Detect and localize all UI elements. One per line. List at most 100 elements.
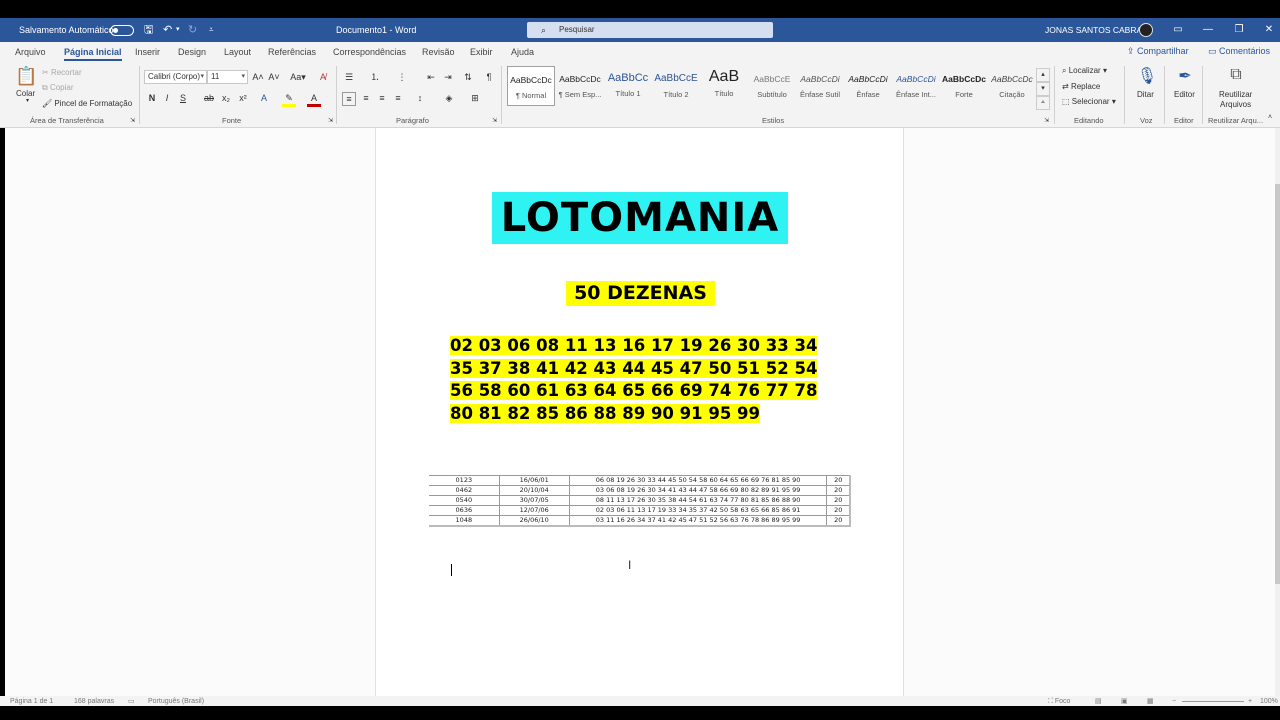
redo-icon[interactable]: ↻	[188, 18, 197, 42]
cut-button[interactable]: ✂ Recortar	[42, 68, 82, 77]
multilevel-list-icon[interactable]: ⋮	[395, 71, 409, 83]
restore-icon[interactable]: ❐	[1224, 18, 1254, 42]
text-effects-icon[interactable]: A	[257, 92, 271, 104]
word-count[interactable]: 168 palavras	[74, 698, 114, 706]
format-painter-button[interactable]: 🖌 Pincel de Formatação	[42, 99, 132, 108]
clipboard-launcher-icon[interactable]: ⇲	[130, 117, 135, 124]
font-size-select[interactable]: 11	[207, 70, 248, 84]
tab-design[interactable]: Design	[178, 46, 206, 58]
tab-pagina-inicial[interactable]: Página Inicial	[64, 46, 122, 61]
find-button[interactable]: ⌕ Localizar ▾	[1062, 66, 1107, 76]
editor-icon[interactable]: ✒	[1170, 66, 1200, 86]
search-input[interactable]: ⌕ Pesquisar	[527, 22, 773, 38]
scrollbar-thumb[interactable]	[1275, 184, 1280, 584]
strikethrough-icon[interactable]: ab	[202, 92, 216, 104]
dictate-label[interactable]: Ditar	[1137, 90, 1154, 99]
reuse-files-icon[interactable]: ⧉	[1221, 66, 1251, 84]
tab-layout[interactable]: Layout	[224, 46, 251, 58]
shading-icon[interactable]: ◈	[442, 92, 456, 104]
bold-icon[interactable]: N	[145, 92, 159, 104]
vertical-scrollbar[interactable]	[1275, 128, 1280, 696]
reuse-line2[interactable]: Arquivos	[1220, 100, 1251, 109]
replace-button[interactable]: ⇄ Replace	[1062, 82, 1100, 91]
select-button[interactable]: ⬚ Selecionar ▾	[1062, 97, 1116, 106]
collapse-ribbon-icon[interactable]: ˄	[1268, 114, 1272, 121]
tab-exibir[interactable]: Exibir	[470, 46, 493, 58]
page-count[interactable]: Página 1 de 1	[10, 698, 53, 706]
align-right-icon[interactable]: ≡	[375, 92, 389, 104]
line-spacing-icon[interactable]: ↕	[413, 92, 427, 104]
decrease-indent-icon[interactable]: ⇤	[424, 71, 438, 83]
style-subtitle[interactable]: AaBbCcE Subtítulo	[748, 66, 796, 106]
close-icon[interactable]: ✕	[1254, 18, 1280, 42]
zoom-in-icon[interactable]: +	[1248, 698, 1252, 706]
zoom-level[interactable]: 100%	[1260, 698, 1278, 706]
subscript-icon[interactable]: x₂	[219, 92, 233, 104]
align-center-icon[interactable]: ≡	[359, 92, 373, 104]
tab-revisao[interactable]: Revisão	[422, 46, 455, 58]
underline-icon[interactable]: S	[176, 92, 190, 104]
paste-dropdown-icon[interactable]: ▾	[26, 97, 29, 104]
style-quote[interactable]: AaBbCcDc Citação	[988, 66, 1036, 106]
superscript-icon[interactable]: x²	[236, 92, 250, 104]
tab-referencias[interactable]: Referências	[268, 46, 316, 58]
tab-correspondencias[interactable]: Correspondências	[333, 46, 406, 58]
focus-button[interactable]: ⛶ Foco	[1048, 698, 1070, 706]
document-page[interactable]: LOTOMANIA 50 DEZENAS 02 03 06 08 11 13 1…	[375, 128, 904, 696]
increase-indent-icon[interactable]: ⇥	[441, 71, 455, 83]
undo-dropdown-icon[interactable]: ▾	[176, 18, 180, 42]
comments-button[interactable]: ▭ Comentários	[1208, 46, 1270, 57]
minimize-icon[interactable]: —	[1193, 18, 1223, 42]
numbering-icon[interactable]: ⒈	[368, 71, 382, 83]
change-case-icon[interactable]: Aa▾	[288, 71, 308, 83]
borders-icon[interactable]: ⊞	[468, 92, 482, 104]
style-strong[interactable]: AaBbCcDc Forte	[940, 66, 988, 106]
font-color-icon[interactable]: A	[307, 92, 321, 107]
styles-more-icon[interactable]: ⩡	[1036, 96, 1050, 110]
web-layout-icon[interactable]: ▦	[1147, 698, 1154, 706]
tab-ajuda[interactable]: Ajuda	[511, 46, 534, 58]
shrink-font-icon[interactable]: A˅	[267, 71, 281, 83]
font-launcher-icon[interactable]: ⇲	[328, 117, 333, 124]
paste-icon[interactable]: 📋	[15, 66, 37, 87]
tab-inserir[interactable]: Inserir	[135, 46, 160, 58]
style-no-spacing[interactable]: AaBbCcDc ¶ Sem Esp...	[556, 66, 604, 106]
show-marks-icon[interactable]: ¶	[482, 71, 496, 83]
save-icon[interactable]: 🖫	[144, 18, 153, 42]
style-heading-2[interactable]: AaBbCcE Título 2	[652, 66, 700, 106]
sort-icon[interactable]: ⇅	[461, 71, 475, 83]
italic-icon[interactable]: I	[160, 92, 174, 104]
ribbon-display-icon[interactable]: ▭	[1163, 18, 1193, 42]
style-emphasis[interactable]: AaBbCcDi Ênfase	[844, 66, 892, 106]
highlight-icon[interactable]: ✎	[282, 92, 296, 107]
avatar[interactable]	[1139, 23, 1153, 37]
autosave-toggle[interactable]	[110, 25, 134, 36]
grow-font-icon[interactable]: A˄	[251, 71, 265, 83]
zoom-slider[interactable]	[1182, 701, 1244, 702]
justify-icon[interactable]: ≡	[391, 92, 405, 104]
style-title[interactable]: AaB Título	[700, 66, 748, 106]
clear-format-icon[interactable]: A̸	[316, 71, 330, 83]
style-normal[interactable]: AaBbCcDc ¶ Normal	[507, 66, 555, 106]
editor-label[interactable]: Editor	[1174, 90, 1195, 99]
styles-scroll-up-icon[interactable]: ▴	[1036, 68, 1050, 82]
proofing-icon[interactable]: ▭	[128, 698, 135, 706]
share-button[interactable]: ⇪ Compartilhar	[1127, 46, 1189, 57]
style-heading-1[interactable]: AaBbCc Título 1	[604, 66, 652, 106]
read-mode-icon[interactable]: ▤	[1095, 698, 1102, 706]
copy-button[interactable]: ⧉ Copiar	[42, 83, 74, 93]
reuse-line1[interactable]: Reutilizar	[1219, 90, 1252, 99]
bullets-icon[interactable]: ☰	[342, 71, 356, 83]
user-name[interactable]: JONAS SANTOS CABRAL	[1045, 18, 1147, 42]
customize-toolbar-icon[interactable]: ⩡	[209, 18, 214, 42]
styles-scroll-down-icon[interactable]: ▾	[1036, 82, 1050, 96]
font-family-select[interactable]: Calibri (Corpo)	[144, 70, 207, 84]
align-left-icon[interactable]: ≡	[342, 92, 356, 106]
microphone-icon[interactable]: 🎙	[1132, 66, 1162, 86]
undo-icon[interactable]: ↶	[163, 18, 172, 42]
styles-launcher-icon[interactable]: ⇲	[1044, 117, 1049, 124]
zoom-out-icon[interactable]: −	[1172, 698, 1176, 706]
print-layout-icon[interactable]: ▣	[1121, 698, 1128, 706]
paragraph-launcher-icon[interactable]: ⇲	[492, 117, 497, 124]
style-intense-emphasis[interactable]: AaBbCcDi Ênfase Int...	[892, 66, 940, 106]
